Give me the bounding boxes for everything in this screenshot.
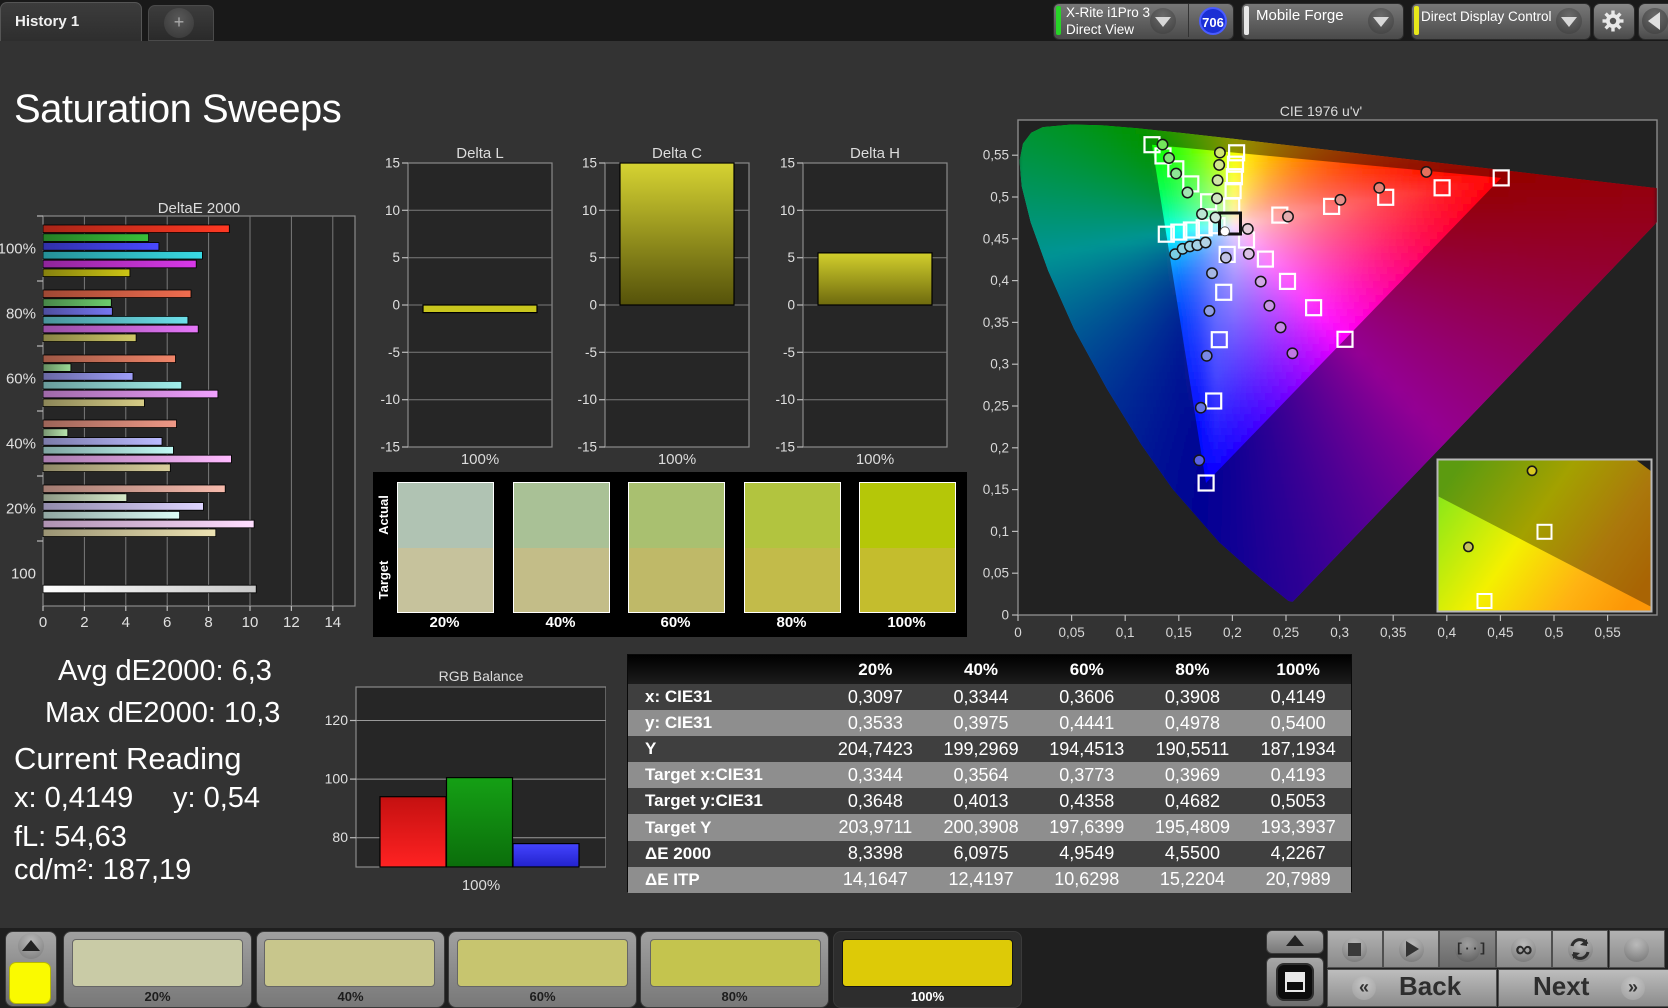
svg-text:10: 10 xyxy=(242,614,259,631)
svg-text:-15: -15 xyxy=(380,440,400,455)
svg-text:0,2: 0,2 xyxy=(990,440,1009,455)
svg-text:0,35: 0,35 xyxy=(983,315,1009,330)
svg-text:0,2: 0,2 xyxy=(1223,625,1242,640)
svg-text:0: 0 xyxy=(1001,608,1009,623)
svg-text:5: 5 xyxy=(787,250,795,265)
svg-text:0,05: 0,05 xyxy=(1058,625,1084,640)
svg-text:4: 4 xyxy=(122,614,130,631)
svg-text:0: 0 xyxy=(1014,625,1022,640)
svg-text:0,55: 0,55 xyxy=(1594,625,1620,640)
svg-text:14: 14 xyxy=(324,614,341,631)
svg-text:100%: 100% xyxy=(0,241,36,258)
svg-text:0,45: 0,45 xyxy=(1487,625,1513,640)
svg-text:-15: -15 xyxy=(577,440,597,455)
svg-text:12: 12 xyxy=(283,614,300,631)
svg-text:-10: -10 xyxy=(775,392,795,407)
svg-text:-5: -5 xyxy=(584,345,596,360)
svg-text:100%: 100% xyxy=(856,451,894,468)
svg-text:-15: -15 xyxy=(775,440,795,455)
svg-text:100: 100 xyxy=(11,566,36,583)
svg-text:0: 0 xyxy=(589,298,597,313)
svg-text:0,35: 0,35 xyxy=(1380,625,1406,640)
svg-text:10: 10 xyxy=(780,203,795,218)
svg-text:5: 5 xyxy=(589,250,597,265)
svg-text:0,15: 0,15 xyxy=(1166,625,1192,640)
svg-text:-5: -5 xyxy=(388,345,400,360)
svg-text:100: 100 xyxy=(325,771,349,787)
svg-text:0,4: 0,4 xyxy=(1437,625,1456,640)
svg-text:8: 8 xyxy=(204,614,212,631)
svg-text:0: 0 xyxy=(392,298,400,313)
svg-text:DeltaE 2000: DeltaE 2000 xyxy=(158,200,241,217)
svg-text:-10: -10 xyxy=(577,392,597,407)
svg-text:0: 0 xyxy=(39,614,47,631)
svg-text:0,25: 0,25 xyxy=(983,399,1009,414)
svg-text:0,45: 0,45 xyxy=(983,231,1009,246)
svg-text:-5: -5 xyxy=(783,345,795,360)
svg-text:-10: -10 xyxy=(380,392,400,407)
svg-text:0,25: 0,25 xyxy=(1273,625,1299,640)
svg-text:5: 5 xyxy=(392,250,400,265)
svg-text:0,15: 0,15 xyxy=(983,482,1009,497)
svg-text:CIE 1976 u'v': CIE 1976 u'v' xyxy=(1280,103,1362,119)
svg-text:0,4: 0,4 xyxy=(990,273,1009,288)
svg-text:120: 120 xyxy=(325,712,349,728)
svg-text:0: 0 xyxy=(787,298,795,313)
svg-text:0,3: 0,3 xyxy=(1330,625,1349,640)
svg-text:60%: 60% xyxy=(6,371,36,388)
svg-text:0,05: 0,05 xyxy=(983,566,1009,581)
svg-text:2: 2 xyxy=(80,614,88,631)
svg-text:100%: 100% xyxy=(657,451,695,468)
svg-text:Delta C: Delta C xyxy=(651,145,701,162)
svg-text:40%: 40% xyxy=(6,436,36,453)
svg-text:RGB Balance: RGB Balance xyxy=(439,668,524,684)
svg-text:10: 10 xyxy=(385,203,400,218)
svg-text:15: 15 xyxy=(581,156,596,171)
svg-text:15: 15 xyxy=(780,156,795,171)
svg-text:0,1: 0,1 xyxy=(1116,625,1135,640)
svg-text:100%: 100% xyxy=(462,877,500,894)
svg-text:15: 15 xyxy=(385,156,400,171)
svg-text:80%: 80% xyxy=(6,306,36,323)
svg-text:Delta H: Delta H xyxy=(850,145,900,162)
svg-text:10: 10 xyxy=(581,203,596,218)
svg-text:20%: 20% xyxy=(6,501,36,518)
svg-text:0,5: 0,5 xyxy=(990,190,1009,205)
svg-text:0,1: 0,1 xyxy=(990,524,1009,539)
svg-text:Delta L: Delta L xyxy=(456,145,504,162)
svg-text:0,3: 0,3 xyxy=(990,357,1009,372)
svg-text:80: 80 xyxy=(332,829,348,845)
svg-text:100%: 100% xyxy=(461,451,499,468)
svg-text:0,55: 0,55 xyxy=(983,148,1009,163)
svg-text:6: 6 xyxy=(163,614,171,631)
svg-text:0,5: 0,5 xyxy=(1545,625,1564,640)
